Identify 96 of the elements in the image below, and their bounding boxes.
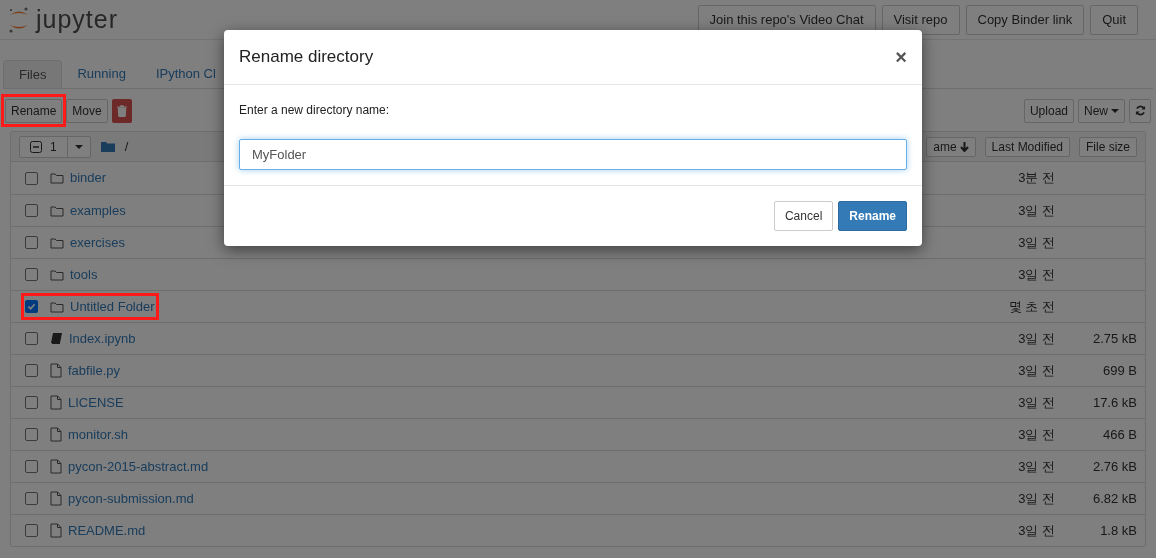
header-button[interactable]: Quit: [1090, 4, 1138, 35]
toolbar-button[interactable]: Move: [66, 99, 108, 123]
file-name[interactable]: monitor.sh: [68, 424, 128, 445]
tab[interactable]: Running: [62, 60, 141, 88]
file-icon: [50, 395, 62, 410]
logo-text: jupyter: [36, 3, 119, 35]
modified-time: 3일 전: [1018, 489, 1055, 508]
modified-time: 3일 전: [1018, 521, 1055, 540]
file-name[interactable]: Index.ipynb: [69, 328, 136, 349]
dialog-button[interactable]: Rename: [838, 201, 907, 231]
folder-icon: [50, 204, 64, 217]
folder-icon: [50, 172, 64, 184]
refresh-icon: [1134, 105, 1146, 116]
checkbox[interactable]: [25, 268, 38, 281]
directory-name-field[interactable]: MyFolder: [239, 139, 907, 170]
checkbox[interactable]: [25, 332, 38, 345]
prompt-label: Enter a new directory name:: [239, 102, 391, 119]
file-name[interactable]: binder: [70, 168, 107, 188]
file-icon: [50, 363, 62, 378]
caret-icon: [1111, 108, 1119, 113]
toolbar-button[interactable]: Rename: [5, 99, 63, 123]
checkbox[interactable]: [25, 396, 38, 409]
file-icon: [50, 491, 62, 506]
checkbox[interactable]: [25, 492, 38, 505]
toolbar-button[interactable]: Upload: [1023, 98, 1074, 123]
checkbox[interactable]: [25, 524, 38, 537]
book-icon: [50, 332, 63, 345]
file-name[interactable]: exercises: [70, 232, 125, 253]
modified-time: 3일 전: [1018, 457, 1055, 476]
file-size: 17.6 kB: [1092, 393, 1137, 412]
modified-time: 3일 전: [1018, 233, 1055, 252]
file-name[interactable]: examples: [70, 200, 126, 221]
header-button[interactable]: Visit repo: [881, 4, 960, 35]
dialog-title: Rename directory: [239, 46, 374, 69]
sort-button[interactable]: Last Modified: [984, 136, 1070, 157]
refresh-button[interactable]: [1129, 98, 1151, 123]
file-name[interactable]: Untitled Folder: [70, 296, 155, 317]
file-name[interactable]: pycon-2015-abstract.md: [68, 456, 209, 477]
checkbox[interactable]: [25, 460, 38, 473]
close-button[interactable]: ×: [895, 47, 907, 67]
sort-button[interactable]: File size: [1079, 136, 1137, 157]
folder-icon: [50, 268, 64, 281]
file-name[interactable]: pycon-submission.md: [68, 488, 194, 509]
file-icon: [50, 459, 62, 474]
path-link[interactable]: /: [124, 136, 129, 157]
file-row[interactable]: Index.ipynb 3일 전 2.75 kB: [11, 322, 1145, 354]
file-row[interactable]: LICENSE 3일 전 17.6 kB: [11, 386, 1145, 418]
folder-icon: [50, 300, 64, 313]
header-button[interactable]: Copy Binder link: [965, 4, 1085, 35]
folder-icon: [50, 236, 64, 249]
file-icon: [50, 427, 62, 442]
checkbox[interactable]: [25, 236, 38, 249]
file-size: 2.75 kB: [1092, 329, 1137, 348]
modified-time: 몇 초 전: [1008, 297, 1055, 316]
checkbox[interactable]: [25, 428, 38, 441]
modified-time: 3일 전: [1018, 329, 1055, 348]
checkbox[interactable]: [25, 204, 38, 217]
dialog-button[interactable]: Cancel: [773, 201, 834, 231]
file-icon: [50, 523, 62, 538]
logo-icon: [8, 5, 30, 34]
file-name[interactable]: tools: [70, 264, 98, 285]
file-row[interactable]: monitor.sh 3일 전 466 B: [11, 418, 1145, 450]
file-size: 1.8 kB: [1100, 521, 1137, 540]
sort-button[interactable]: ame: [926, 136, 976, 157]
modified-time: 3일 전: [1018, 361, 1055, 380]
file-row[interactable]: README.md 3일 전 1.8 kB: [11, 514, 1145, 546]
modified-time: 3일 전: [1018, 425, 1055, 444]
checkbox[interactable]: [25, 171, 38, 185]
file-size: 699 B: [1103, 361, 1137, 380]
file-row[interactable]: pycon-2015-abstract.md 3일 전 2.76 kB: [11, 450, 1145, 482]
file-size: 2.76 kB: [1092, 457, 1137, 476]
file-row[interactable]: fabfile.py 3일 전 699 B: [11, 354, 1145, 386]
file-name[interactable]: LICENSE: [68, 392, 124, 413]
tab[interactable]: Files: [3, 60, 63, 88]
modified-time: 3일 전: [1018, 393, 1055, 412]
folder-icon: [100, 141, 115, 152]
select-all-dropdown[interactable]: 1: [19, 135, 91, 158]
file-row[interactable]: Untitled Folder 몇 초 전: [11, 290, 1145, 322]
file-size: 6.82 kB: [1092, 489, 1137, 508]
file-name[interactable]: fabfile.py: [68, 360, 121, 381]
checkbox[interactable]: [25, 300, 38, 313]
file-row[interactable]: tools 3일 전: [11, 258, 1145, 290]
toolbar-button[interactable]: New: [1078, 98, 1125, 123]
file-size: 466 B: [1103, 425, 1137, 444]
modified-time: 3일 전: [1018, 201, 1055, 220]
checkbox[interactable]: [25, 364, 38, 377]
modified-time: 3분 전: [1018, 169, 1055, 188]
arrow-down-icon: [959, 141, 969, 152]
file-row[interactable]: pycon-submission.md 3일 전 6.82 kB: [11, 482, 1145, 514]
caret-icon: [74, 144, 83, 149]
file-name[interactable]: README.md: [68, 520, 146, 541]
minus-square-icon: [30, 140, 42, 153]
trash-icon: [116, 104, 127, 117]
modified-time: 3일 전: [1018, 265, 1055, 284]
delete-button[interactable]: [111, 98, 132, 123]
tab[interactable]: IPython Cl: [140, 60, 231, 88]
